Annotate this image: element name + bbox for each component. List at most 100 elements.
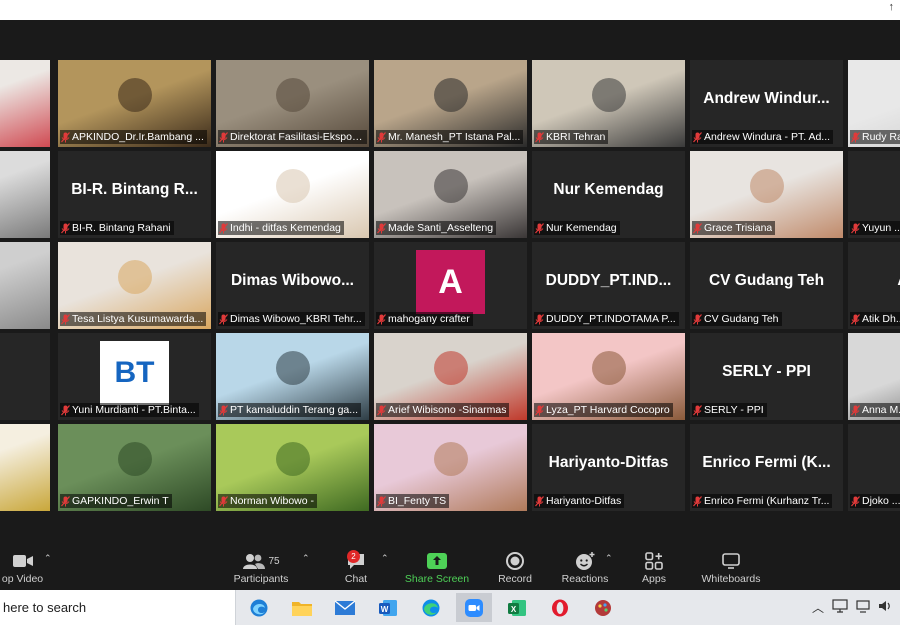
- participant-tile[interactable]: Mr. Manesh_PT Istana Pal...: [374, 60, 527, 147]
- participant-display-name: Hariyanto-Ditfas: [548, 454, 669, 471]
- tray-network-icon[interactable]: [832, 599, 848, 613]
- muted-mic-icon: [219, 222, 228, 233]
- participant-tile[interactable]: GAPKINDO_Erwin T: [58, 424, 211, 511]
- participant-name-text: Hariyanto-Ditfas: [546, 495, 622, 507]
- participant-name-text: APKINDO_Dr.Ir.Bambang ...: [72, 131, 204, 143]
- participant-name-text: Made Santi_Asselteng: [388, 222, 494, 234]
- chat-button[interactable]: 2 Chat: [336, 549, 376, 587]
- participant-tile[interactable]: Rudy Radj...: [848, 60, 900, 147]
- participant-tile[interactable]: PT kamaluddin Terang ga...: [216, 333, 369, 420]
- whiteboards-button[interactable]: Whiteboards: [696, 549, 766, 587]
- participant-name-label: Anna M...: [850, 403, 900, 417]
- person-silhouette: [117, 260, 152, 294]
- participant-tile[interactable]: SERLY - PPI SERLY - PPI: [690, 333, 843, 420]
- participant-name-label: APKINDO_Dr.Ir.Bambang ...: [60, 130, 207, 144]
- participant-tile[interactable]: ti_Dit. A...: [0, 60, 50, 147]
- muted-mic-icon: [377, 495, 386, 506]
- participant-name-text: Mr. Manesh_PT Istana Pal...: [388, 131, 521, 143]
- participant-tile[interactable]: Arief Wibisono -Sinarmas: [374, 333, 527, 420]
- participant-tile[interactable]: Anna M...: [848, 333, 900, 420]
- participant-name-text: BI-R. Bintang Rahani: [72, 222, 171, 234]
- participant-name-text: GAPKINDO_Erwin T: [72, 495, 169, 507]
- taskbar-zoom-icon[interactable]: [456, 593, 492, 622]
- participant-tile[interactable]: BT Yuni Murdianti - PT.Binta...: [58, 333, 211, 420]
- share-screen-label: Share Screen: [404, 573, 470, 585]
- participant-tile[interactable]: Andrew Windur... Andrew Windura - PT. Ad.…: [690, 60, 843, 147]
- participant-tile[interactable]: KBRI Tehran: [532, 60, 685, 147]
- participants-button[interactable]: 75 Participants: [230, 549, 292, 587]
- video-camera-icon: [0, 549, 45, 573]
- participant-name-label: Atik Dh...: [850, 312, 900, 326]
- record-button[interactable]: Record: [494, 549, 536, 587]
- participant-tile[interactable]: engsari: [0, 151, 50, 238]
- meeting-toolbar: op Video ⌃ 75 Participants ⌃ 2 Chat ⌃ Sh…: [0, 545, 900, 590]
- muted-mic-icon: [535, 313, 544, 324]
- smiley-plus-icon: [576, 552, 595, 570]
- participant-tile[interactable]: Lyza_PT Harvard Cocopro: [532, 333, 685, 420]
- participant-tile[interactable]: APKINDO_Dr.Ir.Bambang ...: [58, 60, 211, 147]
- muted-mic-icon: [61, 222, 70, 233]
- participant-name-text: BI_Fenty TS: [388, 495, 447, 507]
- taskbar-mail-icon[interactable]: [327, 593, 363, 622]
- taskbar-opera-icon[interactable]: [542, 593, 578, 622]
- taskbar-file-explorer-icon[interactable]: [284, 593, 320, 622]
- chat-options-caret[interactable]: ⌃: [381, 553, 389, 564]
- participant-tile[interactable]: Atik Dh Atik Dh...: [848, 242, 900, 329]
- muted-mic-icon: [851, 131, 860, 142]
- muted-mic-icon: [377, 131, 386, 142]
- participant-name-label: PT kamaluddin Terang ga...: [218, 403, 362, 417]
- tray-chevron-up-icon[interactable]: ︿: [812, 599, 824, 616]
- participant-tile[interactable]: Hariyanto-Ditfas Hariyanto-Ditfas: [532, 424, 685, 511]
- participant-tile[interactable]: Nur Kemendag Nur Kemendag: [532, 151, 685, 238]
- participant-name-text: Grace Trisiana: [704, 222, 773, 234]
- participant-tile[interactable]: HAYA T...: [0, 424, 50, 511]
- participant-tile[interactable]: Tesa Listya Kusumawarda...: [58, 242, 211, 329]
- participant-tile[interactable]: Enrico Fermi (K... Enrico Fermi (Kurhanz …: [690, 424, 843, 511]
- stop-video-button[interactable]: op Video: [0, 549, 45, 587]
- muted-mic-icon: [693, 131, 702, 142]
- participant-name-text: Yuyun ...: [862, 222, 900, 234]
- participant-name-label: Made Santi_Asselteng: [376, 221, 497, 235]
- muted-mic-icon: [377, 222, 386, 233]
- participant-name-text: Yuni Murdianti - PT.Binta...: [72, 404, 196, 416]
- participant-tile[interactable]: Djoko ...: [848, 424, 900, 511]
- participant-video: [0, 151, 50, 238]
- window-top-bar: ↑: [0, 0, 900, 20]
- taskbar-word-icon[interactable]: W: [370, 593, 406, 622]
- participant-tile[interactable]: BI_Fenty TS: [374, 424, 527, 511]
- participants-count: 75: [268, 555, 280, 567]
- participant-tile[interactable]: Made Santi_Asselteng: [374, 151, 527, 238]
- tray-display-icon[interactable]: [856, 599, 870, 613]
- participant-tile[interactable]: Indhi - ditfas Kemendag: [216, 151, 369, 238]
- muted-mic-icon: [219, 313, 228, 324]
- participant-tile[interactable]: DUDDY_PT.IND... DUDDY_PT.INDOTAMA P...: [532, 242, 685, 329]
- participant-tile[interactable]: Dimas Wibowo... Dimas Wibowo_KBRI Tehr...: [216, 242, 369, 329]
- participant-name-text: KBRI Tehran: [546, 131, 606, 143]
- svg-text:W: W: [381, 604, 389, 613]
- participant-name-label: Hariyanto-Ditfas: [534, 494, 625, 508]
- person-silhouette: [117, 442, 152, 476]
- taskbar-paint-icon[interactable]: [585, 593, 621, 622]
- participants-options-caret[interactable]: ⌃: [302, 553, 310, 564]
- taskbar-excel-icon[interactable]: X: [499, 593, 535, 622]
- participant-tile[interactable]: Norman Wibowo -: [216, 424, 369, 511]
- video-options-caret[interactable]: ⌃: [44, 553, 52, 564]
- share-screen-button[interactable]: Share Screen: [402, 549, 472, 587]
- apps-button[interactable]: Apps: [637, 549, 671, 587]
- participant-tile[interactable]: ag: [0, 242, 50, 329]
- participant-name-label: CV Gudang Teh: [692, 312, 782, 326]
- participant-tile[interactable]: CV Gudang Teh CV Gudang Teh: [690, 242, 843, 329]
- taskbar-search-box[interactable]: here to search: [0, 590, 236, 625]
- participant-tile[interactable]: rthartha: [0, 333, 50, 420]
- taskbar-edge-icon[interactable]: [241, 593, 277, 622]
- participant-tile[interactable]: BI-R. Bintang R... BI-R. Bintang Rahani: [58, 151, 211, 238]
- tray-volume-icon[interactable]: [878, 599, 892, 613]
- participant-tile[interactable]: Amahogany crafter: [374, 242, 527, 329]
- participant-tile[interactable]: Grace Trisiana: [690, 151, 843, 238]
- muted-mic-icon: [219, 404, 228, 415]
- participant-tile[interactable]: Yuyun Yuyun ...: [848, 151, 900, 238]
- taskbar-edge-browser-icon[interactable]: [413, 593, 449, 622]
- participant-tile[interactable]: Direktorat Fasilitasi-Ekspor d...: [216, 60, 369, 147]
- reactions-options-caret[interactable]: ⌃: [605, 553, 613, 564]
- participant-name-label: DUDDY_PT.INDOTAMA P...: [534, 312, 679, 326]
